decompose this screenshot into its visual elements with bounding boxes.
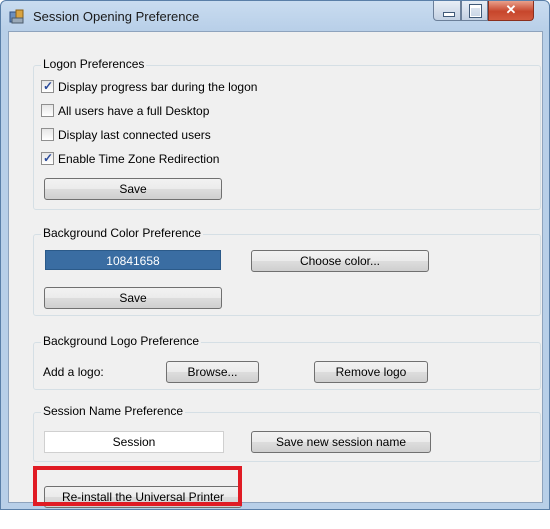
minimize-icon <box>443 12 455 17</box>
color-value-field[interactable]: 10841658 <box>45 250 221 270</box>
checkbox-label: Display last connected users <box>58 128 211 142</box>
checkbox-label: Enable Time Zone Redirection <box>58 152 220 166</box>
checkbox-label: All users have a full Desktop <box>58 104 210 118</box>
checkbox[interactable] <box>41 128 54 141</box>
check-icon: ✓ <box>43 79 54 93</box>
save-session-name-button[interactable]: Save new session name <box>251 431 431 453</box>
session-name-input[interactable]: Session <box>44 431 224 453</box>
checkbox[interactable] <box>41 104 54 117</box>
checkbox-label: Display progress bar during the logon <box>58 80 258 94</box>
checkbox[interactable]: ✓ <box>41 151 54 165</box>
title-bar[interactable]: Session Opening Preference ✕ <box>1 1 549 31</box>
app-window: Session Opening Preference ✕ Logon Prefe… <box>0 0 550 510</box>
check-icon: ✓ <box>43 151 54 165</box>
browse-button[interactable]: Browse... <box>166 361 259 383</box>
logon-save-button[interactable]: Save <box>44 178 222 200</box>
group-label: Session Name Preference <box>41 404 186 418</box>
group-label: Background Logo Preference <box>41 334 202 348</box>
checkbox[interactable]: ✓ <box>41 79 54 93</box>
close-icon: ✕ <box>505 2 517 17</box>
maximize-button[interactable] <box>461 1 488 21</box>
add-logo-label: Add a logo: <box>43 365 104 379</box>
remove-logo-button[interactable]: Remove logo <box>314 361 428 383</box>
maximize-icon <box>470 5 481 17</box>
group-label: Background Color Preference <box>41 226 204 240</box>
background-logo-group: Background Logo Preference <box>33 334 541 390</box>
window-title: Session Opening Preference <box>33 9 200 24</box>
close-button[interactable]: ✕ <box>488 1 534 21</box>
group-label: Logon Preferences <box>41 57 147 71</box>
highlight-box <box>33 466 242 506</box>
dialog-body: Logon Preferences ✓ Display progress bar… <box>8 31 543 508</box>
minimize-button[interactable] <box>433 1 461 21</box>
app-icon <box>9 9 24 24</box>
color-save-button[interactable]: Save <box>44 287 222 309</box>
choose-color-button[interactable]: Choose color... <box>251 250 429 272</box>
